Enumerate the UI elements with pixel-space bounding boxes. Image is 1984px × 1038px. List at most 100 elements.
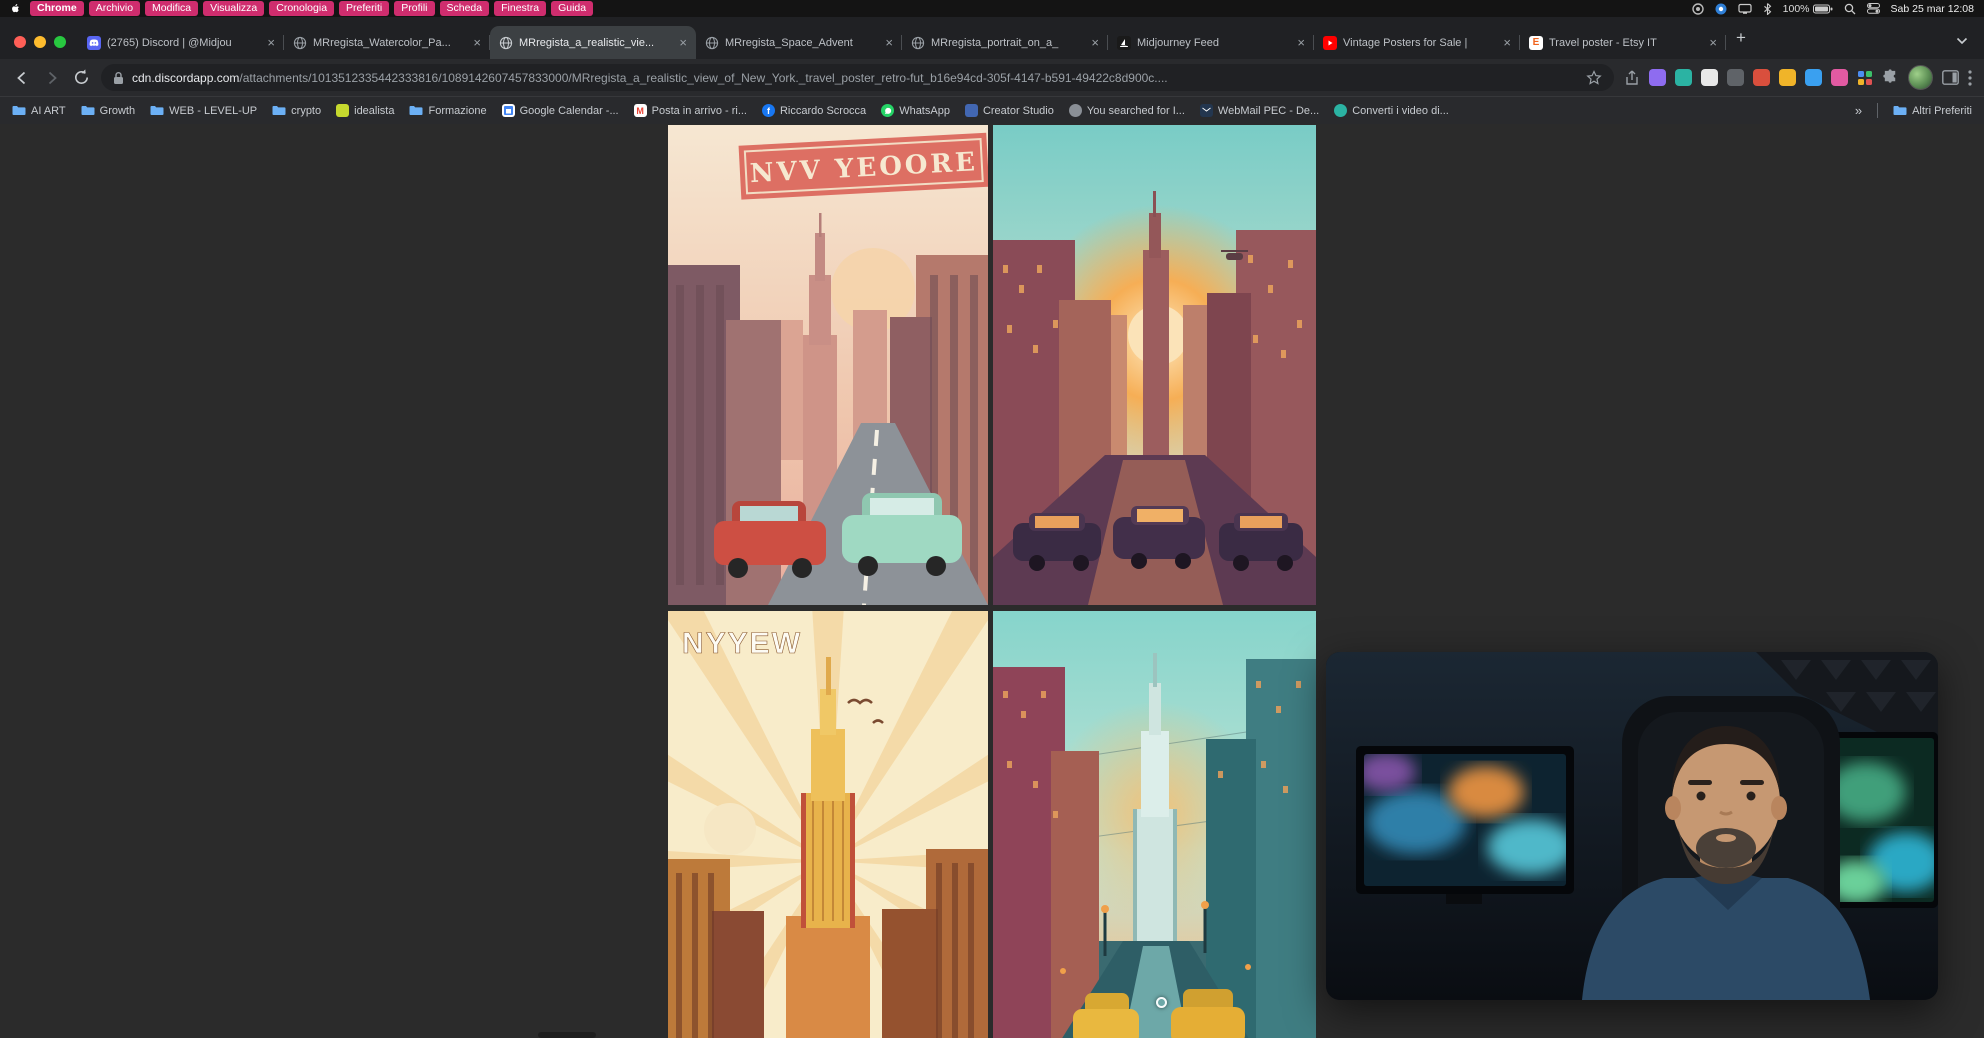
spotlight-icon[interactable] — [1844, 3, 1856, 15]
side-panel-icon[interactable] — [1942, 70, 1959, 85]
tab-title: Travel poster - Etsy IT — [1549, 37, 1703, 49]
bookmarks-overflow-chevron[interactable]: » — [1855, 103, 1862, 118]
new-tab-button[interactable]: + — [1736, 31, 1746, 45]
extension-icon[interactable] — [1779, 69, 1796, 86]
menu-item-finestra[interactable]: Finestra — [494, 1, 546, 16]
globe-favicon-icon — [911, 36, 925, 50]
extension-icon[interactable] — [1701, 69, 1718, 86]
bookmark-gmail-inbox[interactable]: MPosta in arrivo - ri... — [634, 104, 747, 117]
menu-item-preferiti[interactable]: Preferiti — [339, 1, 389, 16]
facebook-favicon-icon: f — [762, 104, 775, 117]
tab-title: (2765) Discord | @Midjou — [107, 37, 261, 49]
tab-close-icon[interactable]: × — [885, 36, 893, 49]
poster-image-top-left[interactable]: NVV YEOORE — [668, 125, 988, 605]
tab-strip: (2765) Discord | @Midjou × MRregista_Wat… — [0, 17, 1984, 59]
tab-search-chevron-icon[interactable] — [1956, 37, 1968, 45]
apple-logo-icon[interactable] — [10, 3, 21, 14]
tab-discord[interactable]: (2765) Discord | @Midjou × — [78, 26, 284, 59]
tab-youtube-vintage-posters[interactable]: Vintage Posters for Sale | × — [1314, 26, 1520, 59]
extension-icon[interactable] — [1753, 69, 1770, 86]
bookmark-facebook-profile[interactable]: f Riccardo Scrocca — [762, 104, 866, 117]
whatsapp-favicon-icon — [881, 104, 894, 117]
bookmark-folder-growth[interactable]: Growth — [81, 105, 135, 117]
extension-icon[interactable] — [1727, 69, 1744, 86]
tab-space-adventure[interactable]: MRregista_Space_Advent × — [696, 26, 902, 59]
kebab-menu-icon[interactable] — [1968, 70, 1972, 86]
menu-item-guida[interactable]: Guida — [551, 1, 593, 16]
reload-button[interactable] — [72, 68, 91, 87]
menu-item-modifica[interactable]: Modifica — [145, 1, 198, 16]
menu-item-scheda[interactable]: Scheda — [440, 1, 490, 16]
forward-button[interactable] — [42, 68, 62, 88]
tab-close-icon[interactable]: × — [267, 36, 275, 49]
tab-close-icon[interactable]: × — [679, 36, 687, 49]
battery-indicator[interactable]: 100% — [1783, 3, 1833, 15]
tab-close-icon[interactable]: × — [1709, 36, 1717, 49]
bookmarks-bar: AI ART Growth WEB - LEVEL-UP crypto idea… — [0, 96, 1984, 124]
tab-close-icon[interactable]: × — [1503, 36, 1511, 49]
bookmark-creator-studio[interactable]: Creator Studio — [965, 104, 1054, 117]
lock-icon — [113, 71, 124, 85]
tab-midjourney-feed[interactable]: Midjourney Feed × — [1108, 26, 1314, 59]
zoom-window-button[interactable] — [54, 36, 66, 48]
extension-icon[interactable] — [1831, 69, 1848, 86]
tab-etsy[interactable]: E Travel poster - Etsy IT × — [1520, 26, 1726, 59]
record-icon[interactable] — [1692, 3, 1704, 15]
extension-icon[interactable] — [1649, 69, 1666, 86]
bookmark-webmail-pec[interactable]: WebMail PEC - De... — [1200, 104, 1319, 117]
extension-icon[interactable] — [1675, 69, 1692, 86]
extension-icon[interactable] — [1805, 69, 1822, 86]
poster-image-bottom-left[interactable]: NYYEW — [668, 611, 988, 1038]
tab-close-icon[interactable]: × — [473, 36, 481, 49]
bookmark-folder-crypto[interactable]: crypto — [272, 105, 321, 117]
address-bar[interactable]: cdn.discordapp.com/attachments/101351233… — [101, 64, 1614, 91]
tab-close-icon[interactable]: × — [1091, 36, 1099, 49]
globe-favicon-icon — [705, 36, 719, 50]
bookmark-folder-formazione[interactable]: Formazione — [409, 105, 486, 117]
extensions-puzzle-icon[interactable] — [1882, 69, 1899, 86]
camera-status-icon[interactable] — [1715, 3, 1727, 15]
apps-grid-icon[interactable] — [1857, 70, 1873, 86]
menu-item-chrome[interactable]: Chrome — [30, 1, 84, 16]
minimize-window-button[interactable] — [34, 36, 46, 48]
midjourney-image-grid[interactable]: NVV YEOORE — [668, 125, 1317, 1038]
bookmark-label: crypto — [291, 105, 321, 117]
back-button[interactable] — [12, 68, 32, 88]
page-content: NVV YEOORE — [0, 124, 1984, 1038]
poster-image-bottom-right[interactable] — [993, 611, 1316, 1038]
bookmark-whatsapp[interactable]: WhatsApp — [881, 104, 950, 117]
bluetooth-icon[interactable] — [1763, 3, 1772, 15]
bookmark-idealista[interactable]: idealista — [336, 104, 394, 117]
bookmark-label: Riccardo Scrocca — [780, 105, 866, 117]
tab-close-icon[interactable]: × — [1297, 36, 1305, 49]
bookmark-folder-ai-art[interactable]: AI ART — [12, 105, 66, 117]
share-icon[interactable] — [1624, 70, 1640, 86]
bookmark-star-icon[interactable] — [1586, 70, 1602, 86]
profile-avatar[interactable] — [1908, 65, 1933, 90]
menu-item-cronologia[interactable]: Cronologia — [269, 1, 334, 16]
left-monitor — [1356, 746, 1575, 904]
tab-portrait[interactable]: MRregista_portrait_on_a_ × — [902, 26, 1108, 59]
tab-watercolor[interactable]: MRregista_Watercolor_Pa... × — [284, 26, 490, 59]
tab-realistic-view-active[interactable]: MRregista_a_realistic_vie... × — [490, 26, 696, 59]
bookmark-label: Google Calendar -... — [520, 105, 619, 117]
bookmark-you-searched[interactable]: You searched for I... — [1069, 104, 1185, 117]
close-window-button[interactable] — [14, 36, 26, 48]
bookmark-converti-video[interactable]: Converti i video di... — [1334, 104, 1449, 117]
menu-item-profili[interactable]: Profili — [394, 1, 434, 16]
bookmark-label: Altri Preferiti — [1912, 105, 1972, 117]
menu-item-visualizza[interactable]: Visualizza — [203, 1, 264, 16]
bookmark-folder-web-level-up[interactable]: WEB - LEVEL-UP — [150, 105, 257, 117]
webmail-favicon-icon — [1200, 104, 1213, 117]
poster-image-top-right[interactable] — [993, 125, 1316, 605]
navigation-toolbar: cdn.discordapp.com/attachments/101351233… — [0, 59, 1984, 96]
poster3-sun-disc — [704, 803, 756, 855]
bookmark-google-calendar[interactable]: Google Calendar -... — [502, 104, 619, 117]
browser-window: (2765) Discord | @Midjou × MRregista_Wat… — [0, 17, 1984, 1038]
other-favorites-folder[interactable]: Altri Preferiti — [1893, 105, 1972, 117]
display-icon[interactable] — [1738, 3, 1752, 15]
menu-item-archivio[interactable]: Archivio — [89, 1, 140, 16]
folder-icon — [12, 105, 26, 116]
control-center-icon[interactable] — [1867, 3, 1880, 14]
menu-clock[interactable]: Sab 25 mar 12:08 — [1891, 3, 1974, 15]
